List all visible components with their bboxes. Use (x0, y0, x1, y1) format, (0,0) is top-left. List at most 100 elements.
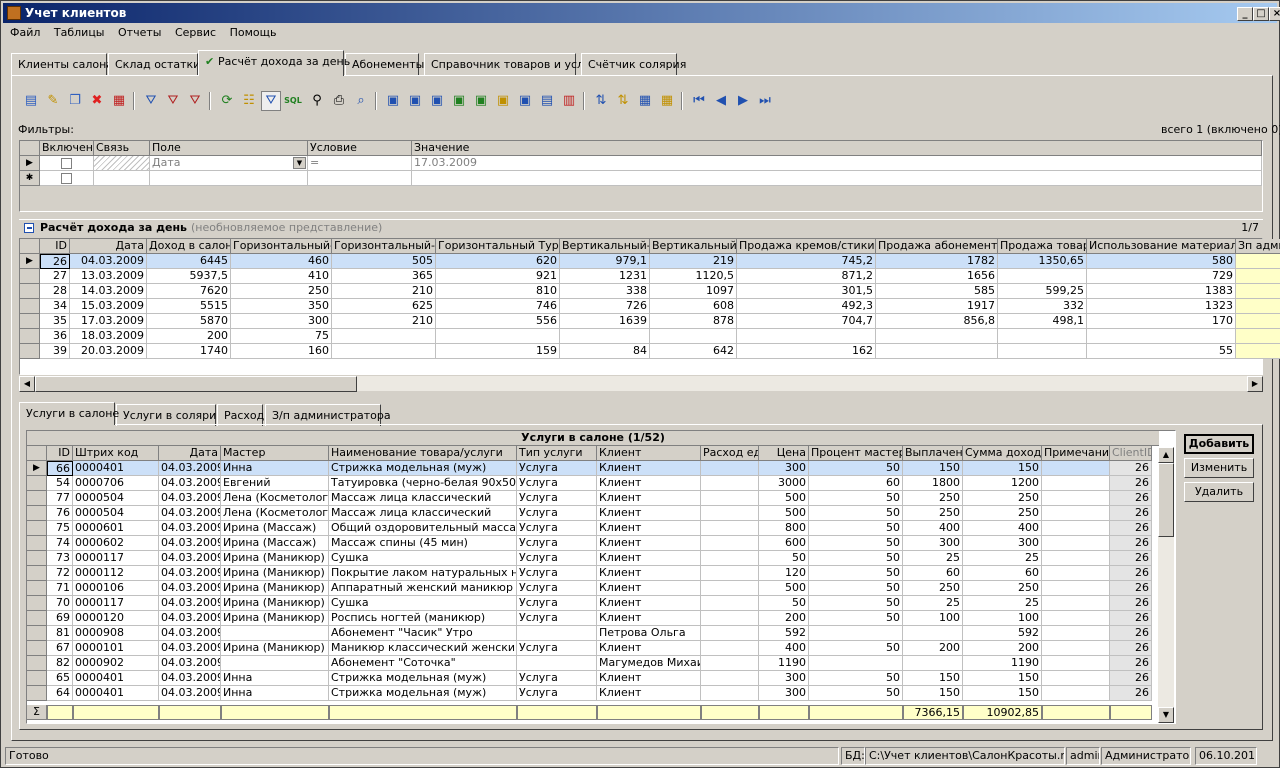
services-cell[interactable]: 04.03.2009 (159, 521, 221, 536)
services-cell[interactable] (1042, 461, 1110, 476)
services-cell[interactable]: Ирина (Массаж) (221, 521, 329, 536)
services-cell[interactable]: 0000602 (73, 536, 159, 551)
tab-subscriptions[interactable]: Абонементы (345, 53, 424, 75)
services-cell[interactable]: Клиент (597, 671, 701, 686)
services-cell[interactable]: Лена (Косметолог) (221, 491, 329, 506)
income-cell[interactable]: 620 (436, 254, 560, 269)
services-cell[interactable]: Услуга (517, 521, 597, 536)
income-cell[interactable]: 1740 (147, 344, 231, 359)
services-cell[interactable]: Роспись ногтей (маникюр) (329, 611, 517, 626)
services-cell[interactable]: 04.03.2009 (159, 611, 221, 626)
services-cell[interactable]: Маникюр классический женский (329, 641, 517, 656)
income-cell[interactable]: 505 (332, 254, 436, 269)
income-cell[interactable]: 5515 (147, 299, 231, 314)
services-cell[interactable]: 120 (759, 566, 809, 581)
edit-button[interactable]: Изменить (1184, 458, 1254, 478)
subtab-salon-services[interactable]: Услуги в салоне (19, 402, 119, 425)
services-header-col-12[interactable]: Примечание (1042, 446, 1110, 461)
services-cell[interactable]: 04.03.2009 (159, 551, 221, 566)
income-header-col-10[interactable]: Продажа товара (998, 239, 1087, 254)
services-cell[interactable] (701, 656, 759, 671)
services-cell[interactable]: Ирина (Маникюр) (221, 566, 329, 581)
income-cell[interactable]: 04.03.2009 (70, 254, 147, 269)
services-cell[interactable]: 04.03.2009 (159, 686, 221, 701)
income-cell[interactable] (998, 269, 1087, 284)
delete-all-icon[interactable]: ▦ (109, 91, 129, 111)
services-cell[interactable]: 250 (963, 491, 1042, 506)
services-cell[interactable]: 50 (809, 536, 903, 551)
services-cell[interactable]: 150 (903, 461, 963, 476)
services-cell[interactable] (517, 626, 597, 641)
income-cell[interactable] (998, 329, 1087, 344)
filter-active-icon[interactable]: ⛛ (261, 91, 281, 111)
services-header-col-1[interactable]: Штрих код (73, 446, 159, 461)
income-header-col-3[interactable]: Горизонтальный-1 (231, 239, 332, 254)
income-cell[interactable]: 350 (231, 299, 332, 314)
services-cell[interactable]: Евгений (221, 476, 329, 491)
income-cell[interactable]: 75 (231, 329, 332, 344)
services-cell[interactable] (701, 536, 759, 551)
income-cell[interactable]: 878 (650, 314, 737, 329)
chart-icon[interactable]: ▥ (559, 91, 579, 111)
income-header-col-8[interactable]: Продажа кремов/стикини (737, 239, 876, 254)
services-cell[interactable]: 81 (47, 626, 73, 641)
services-cell[interactable]: 75 (47, 521, 73, 536)
services-cell[interactable] (221, 656, 329, 671)
services-cell[interactable] (701, 581, 759, 596)
services-cell[interactable]: Услуга (517, 611, 597, 626)
income-cell[interactable]: 599,25 (998, 284, 1087, 299)
income-cell[interactable]: 160 (231, 344, 332, 359)
services-cell[interactable] (701, 611, 759, 626)
income-cell[interactable] (1087, 329, 1236, 344)
services-header-col-13[interactable]: ClientID (1110, 446, 1152, 461)
income-header-col-2[interactable]: Доход в салоне (147, 239, 231, 254)
tab-clients[interactable]: Клиенты салона (11, 53, 113, 75)
services-cell[interactable]: Петрова Ольга (597, 626, 701, 641)
services-cell[interactable]: Инна (221, 686, 329, 701)
services-cell[interactable]: Аппаратный женский маникюр (329, 581, 517, 596)
services-cell[interactable]: 04.03.2009 (159, 581, 221, 596)
first-record-icon[interactable]: ⏮ (689, 91, 709, 111)
income-cell[interactable]: 14.03.2009 (70, 284, 147, 299)
income-header-col-4[interactable]: Горизонтальный-2 (332, 239, 436, 254)
services-cell[interactable]: Сушка (329, 551, 517, 566)
services-cell[interactable]: Клиент (597, 566, 701, 581)
income-cell[interactable]: 36 (40, 329, 70, 344)
income-cell[interactable]: 746 (436, 299, 560, 314)
services-cell[interactable]: 82 (47, 656, 73, 671)
services-cell[interactable]: 0000117 (73, 596, 159, 611)
services-cell[interactable]: 04.03.2009 (159, 671, 221, 686)
services-cell[interactable]: Клиент (597, 581, 701, 596)
filter-field-cell[interactable] (150, 171, 308, 186)
income-cell[interactable]: 810 (436, 284, 560, 299)
services-cell[interactable]: Инна (221, 461, 329, 476)
services-cell[interactable]: 60 (963, 566, 1042, 581)
export-excel-icon[interactable]: ▣ (449, 91, 469, 111)
filter-enabled-checkbox[interactable] (40, 156, 94, 171)
filter-icon[interactable]: ⛛ (141, 91, 161, 111)
services-cell[interactable]: Клиент (597, 641, 701, 656)
income-cell[interactable]: 18.03.2009 (70, 329, 147, 344)
services-cell[interactable]: 0000112 (73, 566, 159, 581)
services-cell[interactable]: 26 (1110, 596, 1152, 611)
services-cell[interactable]: 26 (1110, 536, 1152, 551)
services-header-col-8[interactable]: Цена (759, 446, 809, 461)
income-cell[interactable]: 556 (436, 314, 560, 329)
tab-solarium-counter[interactable]: Счётчик солярия (581, 53, 686, 75)
services-cell[interactable]: 60 (903, 566, 963, 581)
income-header-col-0[interactable]: ID (40, 239, 70, 254)
services-cell[interactable]: Услуга (517, 671, 597, 686)
export-xml-icon[interactable]: ▣ (515, 91, 535, 111)
copy-icon[interactable]: ❐ (65, 91, 85, 111)
services-header-col-6[interactable]: Клиент (597, 446, 701, 461)
services-cell[interactable]: Услуга (517, 596, 597, 611)
services-cell[interactable]: 25 (963, 596, 1042, 611)
services-cell[interactable]: Услуга (517, 536, 597, 551)
services-cell[interactable]: 50 (759, 596, 809, 611)
income-cell[interactable]: 332 (998, 299, 1087, 314)
income-cell[interactable]: 1097 (650, 284, 737, 299)
services-cell[interactable]: 26 (1110, 521, 1152, 536)
services-cell[interactable]: Услуга (517, 506, 597, 521)
income-cell[interactable]: 704,7 (737, 314, 876, 329)
services-cell[interactable]: Массаж лица классический (329, 506, 517, 521)
